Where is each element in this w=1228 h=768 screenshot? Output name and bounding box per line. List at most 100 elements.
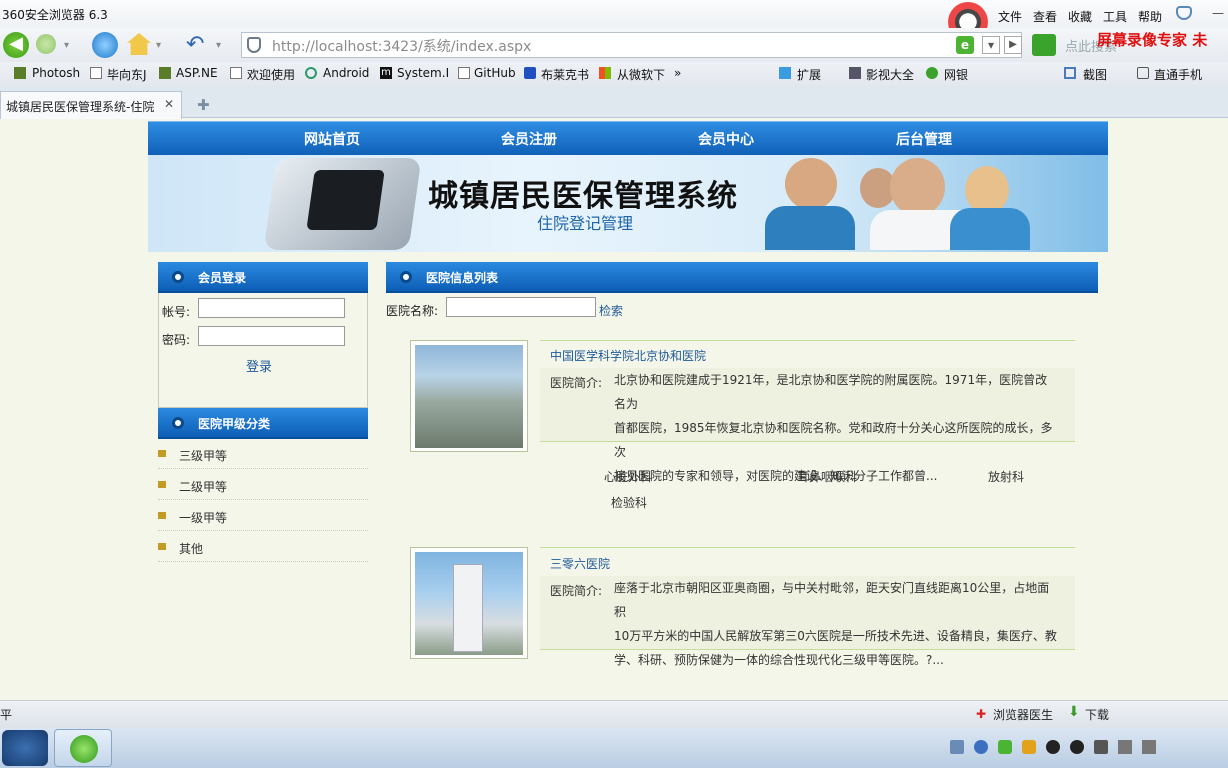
forward-icon[interactable]: [36, 34, 56, 54]
tool-online-bank[interactable]: 网银: [944, 66, 968, 83]
bookmark-black-book[interactable]: 布莱克书: [541, 66, 589, 83]
bookmarks-more[interactable]: »: [674, 66, 681, 80]
go-icon[interactable]: ▶: [1004, 36, 1022, 54]
password-input[interactable]: [198, 326, 345, 346]
account-input[interactable]: [198, 298, 345, 318]
divider: [540, 649, 1075, 650]
bookmark-welcome[interactable]: 欢迎使用: [247, 66, 295, 83]
undo-dropdown-icon[interactable]: ▾: [216, 40, 221, 51]
bookmark-aspnet[interactable]: ASP.NE: [176, 66, 218, 80]
tab-bar: [0, 86, 1228, 118]
menu-help[interactable]: 帮助: [1138, 8, 1162, 25]
tray-icon[interactable]: [1022, 740, 1036, 754]
list-panel-title: 医院信息列表: [426, 271, 499, 285]
status-text: 平: [0, 708, 13, 722]
hospital-name-link[interactable]: 三零六医院: [550, 555, 610, 572]
divider: [158, 499, 368, 500]
back-icon[interactable]: ◀: [3, 32, 29, 58]
search-engine-icon[interactable]: [1032, 34, 1056, 56]
bullet-icon: [400, 271, 412, 283]
undo-icon[interactable]: ↶: [186, 32, 204, 57]
bullet-icon: [172, 271, 184, 283]
login-button[interactable]: 登录: [246, 356, 272, 375]
tool-phone[interactable]: 直通手机: [1154, 66, 1202, 83]
ie-mode-icon[interactable]: e: [956, 36, 974, 54]
department-link[interactable]: 检验科: [611, 494, 647, 511]
category-item[interactable]: 一级甲等: [179, 509, 227, 526]
category-item[interactable]: 其他: [179, 540, 203, 557]
taskbar-browser-button[interactable]: [54, 729, 112, 767]
bookmark-microsoft[interactable]: 从微软下: [617, 66, 665, 83]
minimize-icon[interactable]: —: [1212, 6, 1224, 20]
tray-icon[interactable]: [1118, 740, 1132, 754]
refresh-icon[interactable]: [92, 32, 118, 58]
bookmark-photoshop[interactable]: Photosh: [32, 66, 80, 80]
bookmark-github[interactable]: GitHub: [474, 66, 516, 80]
search-button[interactable]: 检索: [599, 302, 623, 319]
hospital-thumbnail[interactable]: [410, 340, 528, 452]
menu-view[interactable]: 查看: [1033, 8, 1057, 25]
account-label: 帐号:: [162, 305, 191, 319]
tray-icon[interactable]: [974, 740, 988, 754]
menu-tools[interactable]: 工具: [1103, 8, 1127, 25]
start-icon[interactable]: [2, 730, 48, 766]
hospital-name-input[interactable]: [446, 297, 596, 317]
baidu-icon: [524, 67, 536, 79]
page-icon: [90, 67, 102, 79]
menu-favorites[interactable]: 收藏: [1068, 8, 1092, 25]
bookmark-bixiangdong[interactable]: 毕向东J: [107, 66, 147, 83]
address-text[interactable]: http://localhost:3423/系统/index.aspx: [272, 36, 531, 56]
tool-screenshot[interactable]: 截图: [1083, 66, 1107, 83]
speaker-icon: [158, 450, 166, 457]
bookmark-android[interactable]: Android: [323, 66, 369, 80]
bookmark-system[interactable]: System.I: [397, 66, 449, 80]
home-dropdown-icon[interactable]: ▾: [156, 40, 161, 51]
android-icon: [305, 67, 317, 79]
nav-admin[interactable]: 后台管理: [864, 129, 984, 149]
shield-icon[interactable]: [247, 37, 261, 53]
department-link[interactable]: 放射科: [988, 468, 1024, 485]
category-item[interactable]: 二级甲等: [179, 478, 227, 495]
department-link[interactable]: 心脏外科: [604, 468, 652, 485]
tray-icon[interactable]: [1046, 740, 1060, 754]
tray-icon[interactable]: [1070, 740, 1084, 754]
speaker-icon: [158, 543, 166, 550]
department-link[interactable]: 耳鼻咽喉科: [797, 468, 857, 485]
divider: [158, 468, 368, 469]
description-label: 医院简介:: [550, 584, 603, 598]
tray-icon[interactable]: [1094, 740, 1108, 754]
banner-subtitle: 住院登记管理: [537, 214, 634, 233]
menu-file[interactable]: 文件: [998, 8, 1022, 25]
nav-member-center[interactable]: 会员中心: [666, 129, 786, 149]
download-icon: ⬇: [1068, 704, 1080, 720]
photoshop-icon: [14, 67, 26, 79]
download-button[interactable]: 下载: [1085, 706, 1109, 723]
nav-register[interactable]: 会员注册: [469, 129, 589, 149]
forward-dropdown-icon[interactable]: ▾: [64, 40, 69, 51]
divider: [540, 547, 1075, 548]
phone-icon: [1137, 67, 1149, 79]
tab-title[interactable]: 城镇居民医保管理系统-住院: [6, 98, 154, 115]
tray-icon[interactable]: [1142, 740, 1156, 754]
tray-icon[interactable]: [950, 740, 964, 754]
browser-doctor-button[interactable]: 浏览器医生: [993, 706, 1053, 723]
screenshot-icon: [1064, 67, 1076, 79]
category-item[interactable]: 三级甲等: [179, 447, 227, 464]
hospital-thumbnail[interactable]: [410, 547, 528, 659]
bank-icon: [926, 67, 938, 79]
msdn-icon: m: [380, 67, 392, 79]
hospital-name-link[interactable]: 中国医学科学院北京协和医院: [550, 347, 706, 364]
aspnet-icon: [159, 67, 171, 79]
tray-icon[interactable]: [998, 740, 1012, 754]
category-panel-title: 医院甲级分类: [198, 417, 271, 431]
login-panel-title: 会员登录: [198, 271, 247, 285]
close-tab-icon[interactable]: ✕: [164, 97, 174, 111]
new-tab-icon[interactable]: ✚: [197, 96, 210, 114]
address-dropdown-icon[interactable]: ▾: [982, 36, 1000, 54]
nav-home[interactable]: 网站首页: [272, 129, 392, 149]
page-icon: [230, 67, 242, 79]
tool-extensions[interactable]: 扩展: [797, 66, 821, 83]
tool-video[interactable]: 影视大全: [866, 66, 914, 83]
tab-active[interactable]: 城镇居民医保管理系统-住院: [0, 91, 182, 119]
divider: [540, 441, 1075, 442]
